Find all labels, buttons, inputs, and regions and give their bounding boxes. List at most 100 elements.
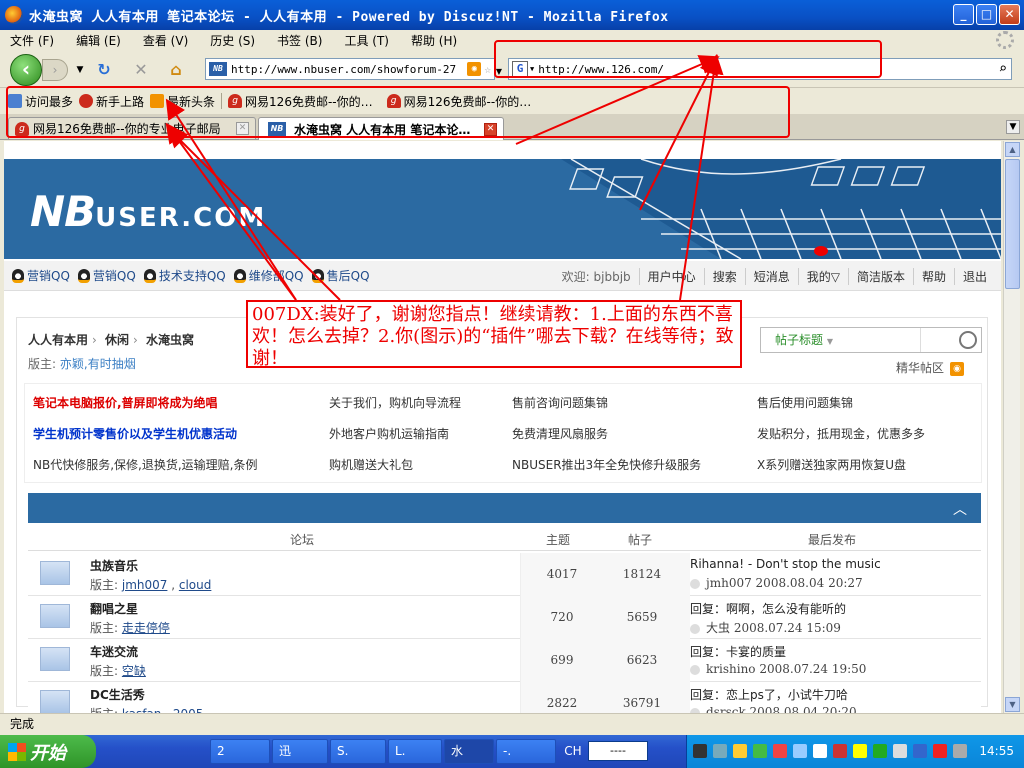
breadcrumb-home[interactable]: 人人有本用 bbox=[28, 333, 88, 347]
tray-icon[interactable] bbox=[693, 744, 707, 758]
tray-icon[interactable] bbox=[833, 744, 847, 758]
announcement-link[interactable]: 外地客户购机运输指南 bbox=[329, 425, 449, 442]
my-menu-link[interactable]: 我的▽ bbox=[797, 267, 848, 285]
forum-row[interactable]: DC生活秀版主: kasfan , 2005 2822 36791 回复：恋上ps了，… bbox=[28, 682, 981, 713]
moderator-link[interactable]: cloud bbox=[179, 578, 212, 592]
announcement-link[interactable]: 发贴积分，抵用现金，优惠多多 bbox=[757, 425, 925, 442]
search-icon[interactable] bbox=[959, 331, 977, 349]
forum-name[interactable]: 虫族音乐 bbox=[90, 557, 138, 574]
announcement-link[interactable]: X系列赠送独家两用恢复U盘 bbox=[757, 456, 906, 473]
last-post-title[interactable]: 回复：恋上ps了，小试牛刀哈 bbox=[690, 686, 848, 703]
essence-link[interactable]: 精华帖区 ◉ bbox=[896, 359, 965, 376]
tray-icon[interactable] bbox=[813, 744, 827, 758]
menu-bookmarks[interactable]: 书签 (B) bbox=[277, 32, 322, 49]
last-post-title[interactable]: Rihanna! - Don't stop the music bbox=[690, 557, 881, 571]
forum-search[interactable]: 帖子标题 ▼ bbox=[760, 327, 982, 353]
qq-link-sales-1[interactable]: 营销QQ bbox=[12, 267, 70, 284]
minimize-button[interactable]: _ bbox=[953, 4, 974, 25]
menu-help[interactable]: 帮助 (H) bbox=[411, 32, 457, 49]
maximize-button[interactable]: □ bbox=[976, 4, 997, 25]
search-type-select[interactable]: 帖子标题 ▼ bbox=[761, 328, 921, 352]
scroll-down-icon[interactable]: ▼ bbox=[1005, 697, 1020, 712]
back-button[interactable]: ‹ bbox=[10, 54, 42, 86]
history-dropdown-icon[interactable]: ▼ bbox=[70, 60, 90, 80]
qq-link-sales-2[interactable]: 营销QQ bbox=[77, 267, 136, 284]
breadcrumb-leisure[interactable]: 休闲 bbox=[105, 333, 129, 347]
taskbar-item-s[interactable]: S. bbox=[330, 739, 386, 764]
last-post-title[interactable]: 回复：啊啊，怎么没有能听的 bbox=[690, 600, 846, 617]
tray-icon[interactable] bbox=[753, 744, 767, 758]
menu-history[interactable]: 历史 (S) bbox=[210, 32, 255, 49]
help-link[interactable]: 帮助 bbox=[912, 267, 954, 285]
tray-icon[interactable] bbox=[853, 744, 867, 758]
announcement-link[interactable]: 售前咨询问题集锦 bbox=[512, 394, 608, 411]
vertical-scrollbar[interactable]: ▲ ▼ bbox=[1003, 141, 1020, 713]
taskbar-item-l[interactable]: L. bbox=[388, 739, 442, 764]
close-button[interactable]: ✕ bbox=[999, 4, 1020, 25]
forum-row[interactable]: 虫族音乐 版主: jmh007 , cloud 4017 18124 Rihanna! … bbox=[28, 553, 981, 596]
forum-row[interactable]: 车迷交流 版主: 空缺 699 6623 回复：卡宴的质量 krishino 2008.0… bbox=[28, 639, 981, 682]
forum-name[interactable]: DC生活秀 bbox=[90, 686, 145, 703]
moderator-link[interactable]: 亦颖,有时抽烟 bbox=[60, 357, 136, 371]
messages-link[interactable]: 短消息 bbox=[744, 267, 798, 285]
moderator-link[interactable]: 走走停停 bbox=[122, 621, 170, 635]
announcement-link[interactable]: NBUSER推出3年全免快修升级服务 bbox=[512, 456, 701, 473]
logout-link[interactable]: 退出 bbox=[953, 267, 995, 285]
topic-count: 4017 bbox=[546, 567, 578, 581]
scroll-thumb[interactable] bbox=[1005, 159, 1020, 289]
qq-link-after-sales[interactable]: 售后QQ bbox=[311, 267, 370, 284]
collapse-icon[interactable]: ︿ bbox=[953, 499, 967, 519]
site-logo[interactable]: NBUSER.COM bbox=[30, 187, 266, 236]
tray-icon[interactable] bbox=[713, 744, 727, 758]
home-icon[interactable]: ⌂ bbox=[166, 60, 186, 80]
moderator-link[interactable]: jmh007 bbox=[122, 578, 168, 592]
last-post-title[interactable]: 回复：卡宴的质量 bbox=[690, 643, 786, 660]
language-indicator[interactable]: CH bbox=[560, 739, 586, 764]
menu-tools[interactable]: 工具 (T) bbox=[344, 32, 389, 49]
search-link[interactable]: 搜索 bbox=[703, 267, 745, 285]
moderator-link[interactable]: 空缺 bbox=[122, 664, 146, 678]
menu-view[interactable]: 查看 (V) bbox=[143, 32, 188, 49]
tray-icon[interactable] bbox=[893, 744, 907, 758]
tray-icon[interactable] bbox=[733, 744, 747, 758]
forum-name[interactable]: 翻唱之星 bbox=[90, 600, 138, 617]
forum-row[interactable]: 翻唱之星 版主: 走走停停 720 5659 回复：啊啊，怎么没有能听的 大虫 2008.… bbox=[28, 596, 981, 639]
tab-list-icon[interactable]: ▼ bbox=[1006, 120, 1020, 134]
announcement-link[interactable]: 免费清理风扇服务 bbox=[512, 425, 608, 442]
stop-icon[interactable]: ✕ bbox=[131, 60, 151, 80]
taskbar-item-folder[interactable]: -. bbox=[496, 739, 556, 764]
forward-button[interactable]: › bbox=[42, 59, 68, 81]
announcement-link[interactable]: 学生机预计零售价以及学生机优惠活动 bbox=[33, 425, 237, 442]
announcement-link[interactable]: 购机赠送大礼包 bbox=[329, 456, 413, 473]
rss-icon[interactable]: ◉ bbox=[467, 62, 482, 76]
tray-icon[interactable] bbox=[953, 744, 967, 758]
reload-icon[interactable]: ↻ bbox=[94, 60, 114, 80]
simple-version-link[interactable]: 简洁版本 bbox=[847, 267, 913, 285]
announcement-link[interactable]: 笔记本电脑报价,普屏即将成为绝唱 bbox=[33, 394, 218, 411]
scroll-up-icon[interactable]: ▲ bbox=[1005, 142, 1020, 157]
taskbar-item-xunlei[interactable]: 迅 bbox=[272, 739, 328, 764]
taskbar-item-group[interactable]: 2 bbox=[210, 739, 270, 764]
tray-icon[interactable] bbox=[873, 744, 887, 758]
forum-moderators: 版主: 空缺 bbox=[90, 664, 146, 678]
url-text[interactable]: http://www.nbuser.com/showforum-27 bbox=[231, 63, 456, 76]
menu-file[interactable]: 文件 (F) bbox=[10, 32, 54, 49]
tray-icon[interactable] bbox=[773, 744, 787, 758]
user-center-link[interactable]: 用户中心 bbox=[638, 267, 704, 285]
url-bar[interactable]: NB http://www.nbuser.com/showforum-27 ◉ … bbox=[205, 58, 495, 80]
search-magnifier-icon[interactable]: ⌕ bbox=[999, 61, 1007, 77]
qq-link-repair[interactable]: 维修部QQ bbox=[233, 267, 304, 284]
rss-icon[interactable]: ◉ bbox=[950, 361, 965, 376]
announcement-link[interactable]: 售后使用问题集锦 bbox=[757, 394, 853, 411]
tray-icon[interactable] bbox=[933, 744, 947, 758]
forum-name[interactable]: 车迷交流 bbox=[90, 643, 138, 660]
taskbar-item-firefox[interactable]: 水 bbox=[444, 739, 494, 764]
menu-edit[interactable]: 编辑 (E) bbox=[76, 32, 121, 49]
tray-icon[interactable] bbox=[793, 744, 807, 758]
announcement-link[interactable]: NB代快修服务,保修,退换货,运输理赔,条例 bbox=[33, 456, 257, 473]
ime-bar[interactable]: ---- bbox=[588, 741, 648, 761]
start-button[interactable]: 开始 bbox=[0, 735, 96, 768]
tray-icon[interactable] bbox=[913, 744, 927, 758]
qq-link-tech-support[interactable]: 技术支持QQ bbox=[143, 267, 226, 284]
announcement-link[interactable]: 关于我们，购机向导流程 bbox=[329, 394, 461, 411]
